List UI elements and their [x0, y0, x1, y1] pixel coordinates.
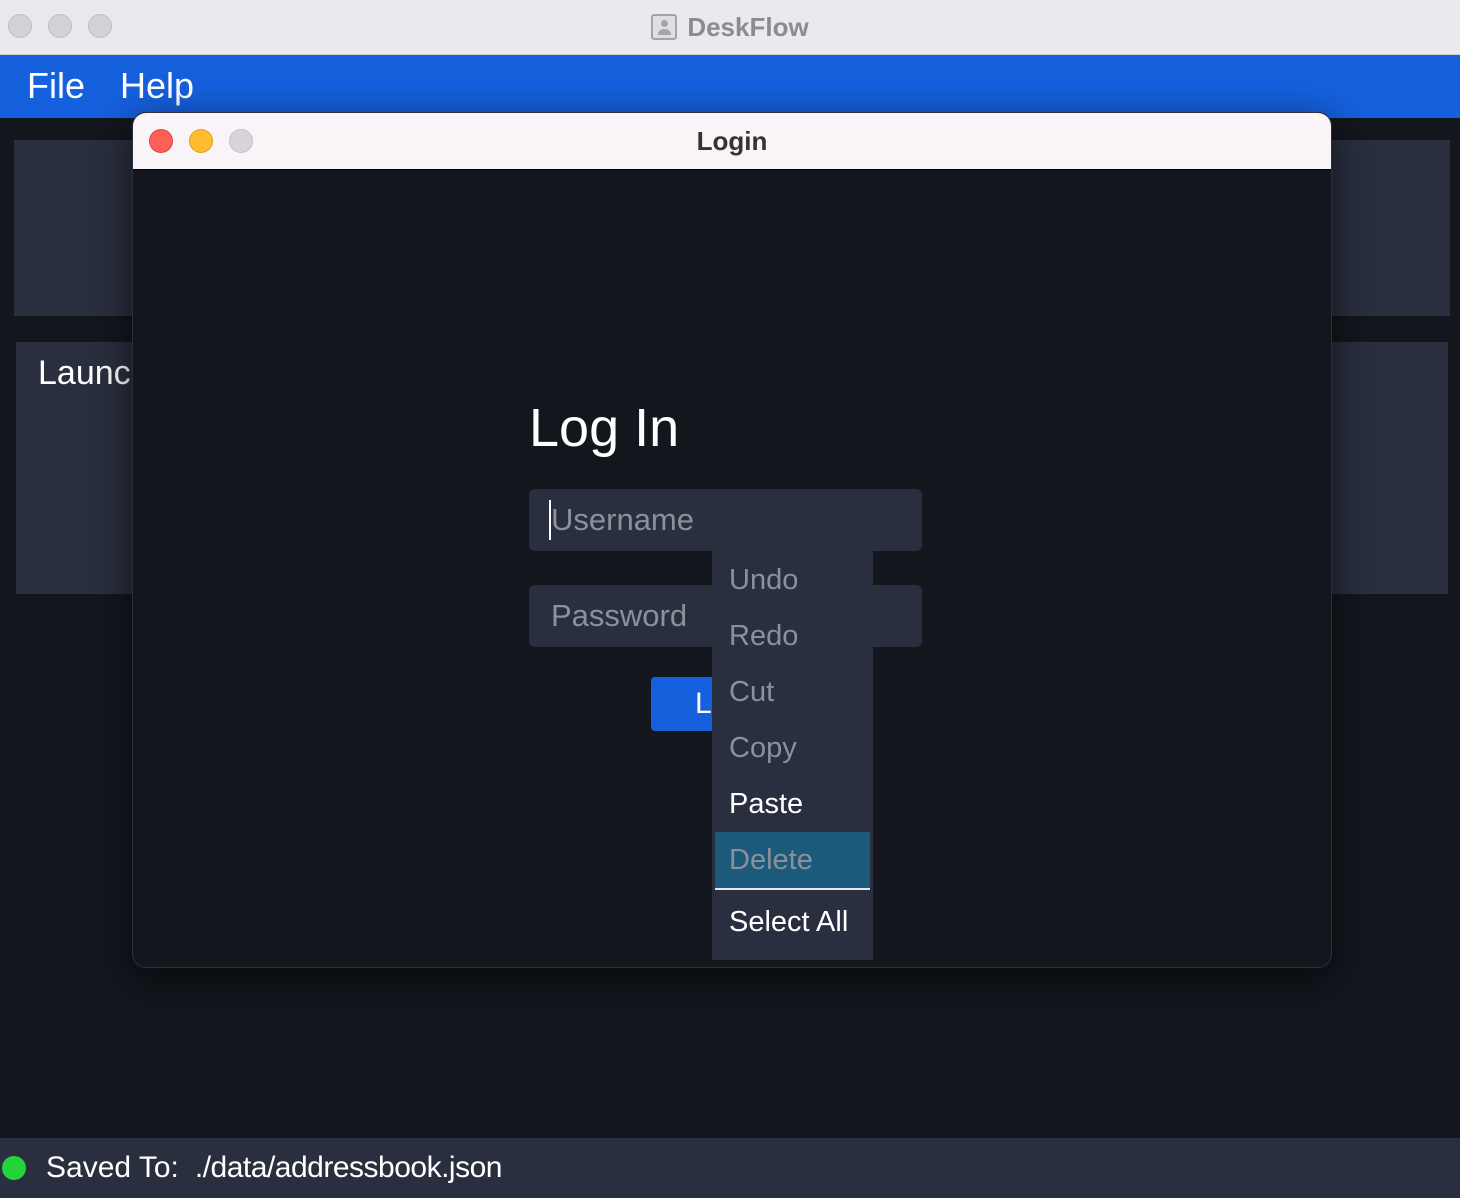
login-heading: Log In [529, 398, 680, 458]
context-menu-redo[interactable]: Redo [712, 608, 873, 664]
menu-file[interactable]: File [27, 65, 85, 107]
menu-help[interactable]: Help [120, 65, 194, 107]
main-titlebar: DeskFlow [0, 0, 1460, 55]
context-menu: Undo Redo Cut Copy Paste Delete Select A… [712, 550, 873, 960]
app-title-text: DeskFlow [687, 11, 809, 42]
context-menu-cut[interactable]: Cut [712, 664, 873, 720]
context-menu-separator [715, 888, 870, 890]
status-label: Saved To: [46, 1151, 179, 1184]
context-menu-undo[interactable]: Undo [712, 552, 873, 608]
status-path: ./data/addressbook.json [194, 1151, 503, 1184]
menu-bar: File Help [0, 55, 1460, 118]
status-indicator-icon [2, 1156, 26, 1180]
username-input[interactable]: Username [529, 489, 922, 551]
context-menu-paste[interactable]: Paste [712, 776, 873, 832]
context-menu-select-all[interactable]: Select All [712, 894, 873, 950]
context-menu-delete[interactable]: Delete [715, 832, 870, 888]
password-placeholder: Password [551, 598, 688, 633]
app-contact-icon [651, 14, 678, 40]
dialog-title: Login [696, 126, 768, 156]
username-placeholder: Username [551, 502, 694, 537]
app-title: DeskFlow [0, 0, 1460, 54]
status-bar: Saved To: ./data/addressbook.json [0, 1138, 1460, 1198]
context-menu-copy[interactable]: Copy [712, 720, 873, 776]
dialog-titlebar: Login [133, 113, 1331, 170]
